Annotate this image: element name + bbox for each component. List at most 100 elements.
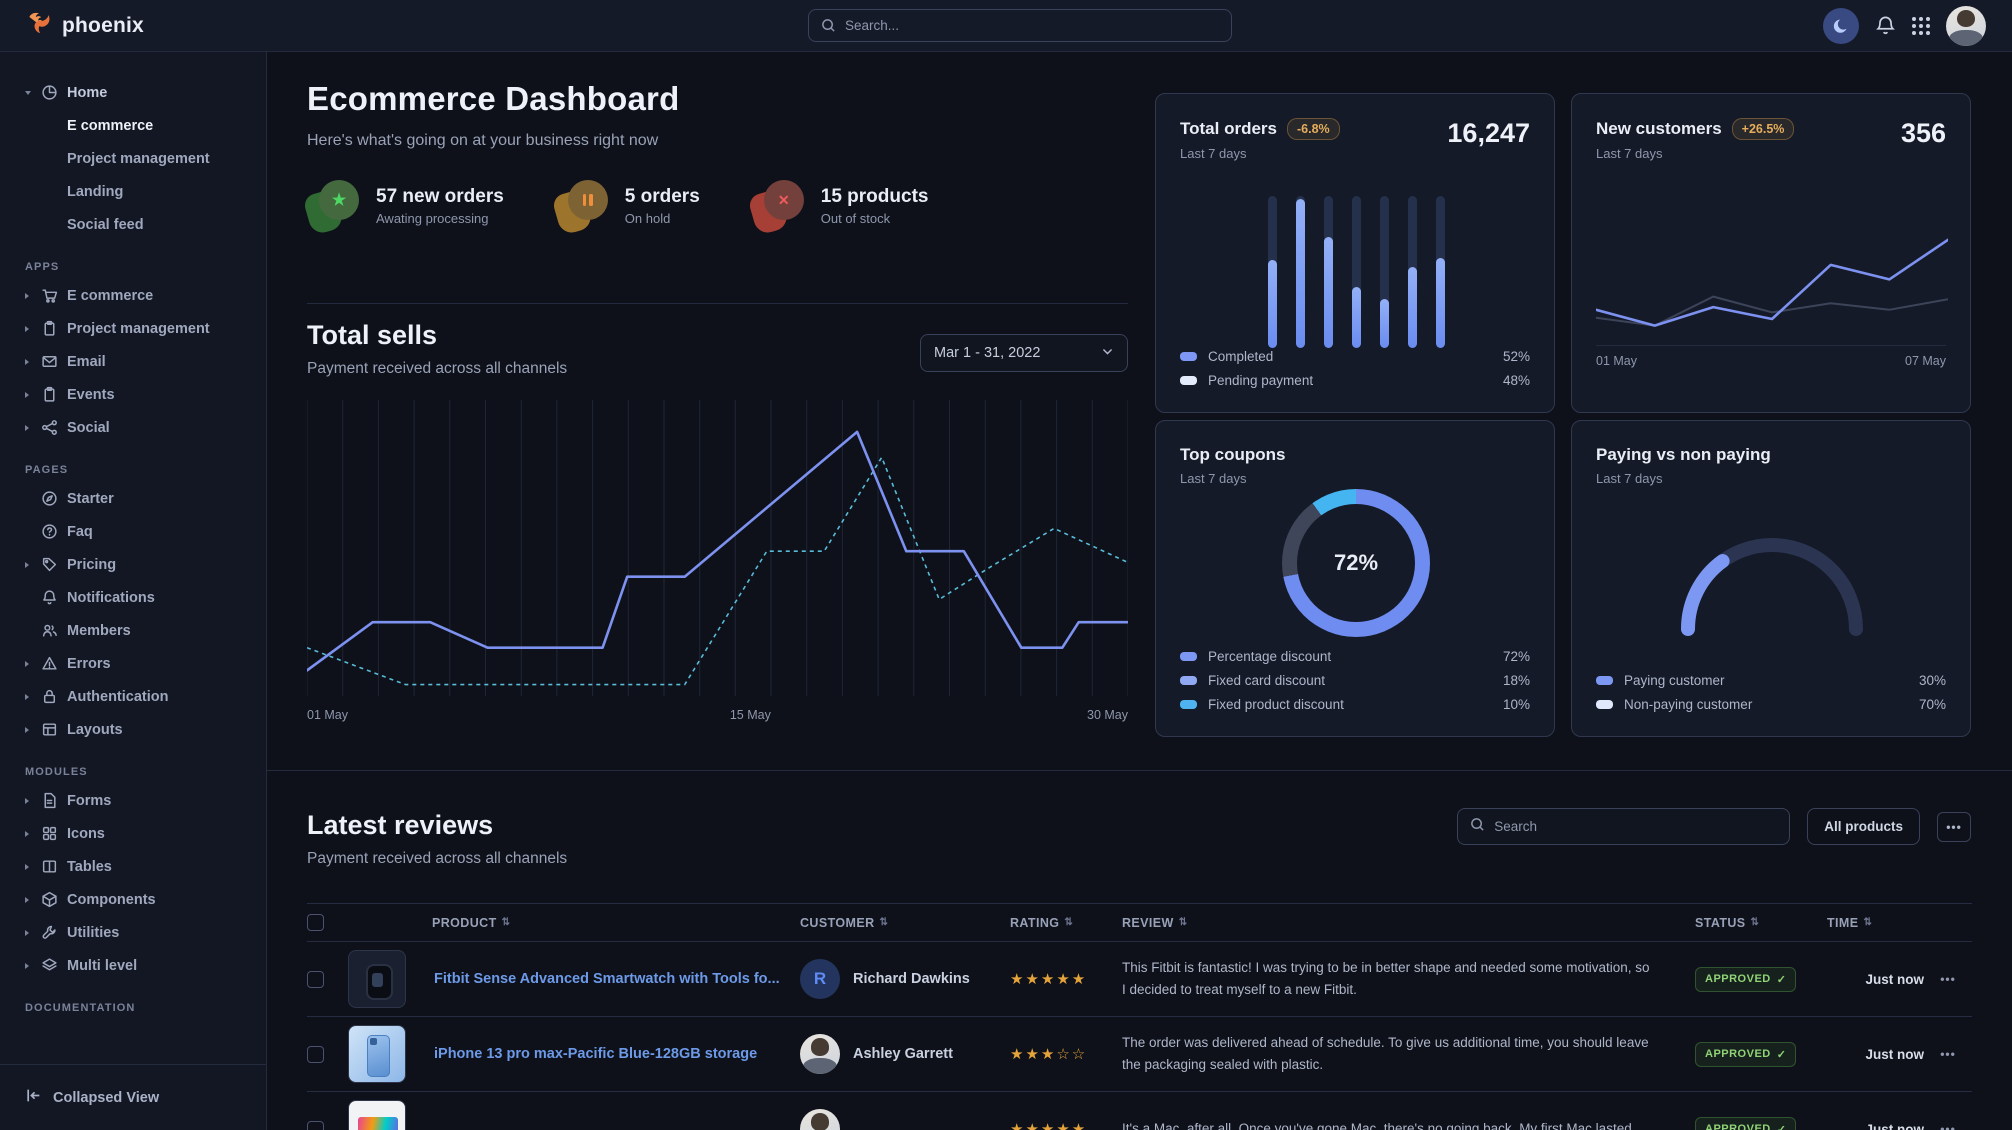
sidebar-item-layouts[interactable]: Layouts — [0, 713, 266, 746]
star-icon: ★ — [307, 180, 361, 232]
order-bar — [1268, 196, 1277, 348]
sidebar-subitem-landing[interactable]: Landing — [0, 175, 266, 208]
legend-swatch — [1180, 352, 1197, 361]
sidebar-item-events[interactable]: Events — [0, 378, 266, 411]
section-divider — [267, 770, 2012, 771]
sidebar-item-components[interactable]: Components — [0, 883, 266, 916]
legend-label: Fixed card discount — [1208, 673, 1325, 688]
row-checkbox[interactable] — [307, 971, 324, 988]
caret-right-icon — [25, 963, 38, 969]
navbar-search[interactable] — [808, 9, 1232, 42]
sidebar-item-icons[interactable]: Icons — [0, 817, 266, 850]
theme-toggle-moon-icon[interactable] — [1823, 8, 1859, 44]
sidebar-subitem-social-feed[interactable]: Social feed — [0, 208, 266, 241]
reviews-search-input[interactable] — [1494, 819, 1777, 834]
more-options-button[interactable]: ••• — [1937, 812, 1971, 842]
lock-icon — [41, 688, 58, 705]
top-navbar: phoenix — [0, 0, 2012, 52]
legend-row: Non-paying customer70% — [1596, 692, 1946, 716]
navbar-search-input[interactable] — [845, 18, 1219, 33]
column-header-rating[interactable]: RATING — [1002, 916, 1114, 930]
pie-icon — [41, 84, 58, 101]
column-header-product[interactable]: PRODUCT — [424, 916, 792, 930]
legend-swatch — [1596, 700, 1613, 709]
sidebar-subitem-project-management[interactable]: Project management — [0, 142, 266, 175]
product-link[interactable]: Fitbit Sense Advanced Smartwatch with To… — [424, 971, 792, 987]
avatar-photo[interactable] — [800, 1109, 840, 1130]
sidebar-item-errors[interactable]: Errors — [0, 647, 266, 680]
sidebar-item-pricing[interactable]: Pricing — [0, 548, 266, 581]
sidebar-item-tables[interactable]: Tables — [0, 850, 266, 883]
legend-label: Percentage discount — [1208, 649, 1331, 664]
bell-icon[interactable] — [1875, 15, 1896, 36]
reviews-search[interactable] — [1457, 808, 1790, 845]
apps-grid-icon[interactable] — [1912, 17, 1930, 35]
column-header-review[interactable]: REVIEW — [1114, 916, 1687, 930]
avatar-photo[interactable] — [800, 1034, 840, 1074]
sidebar-item-multi-level[interactable]: Multi level — [0, 949, 266, 982]
order-bar — [1408, 196, 1417, 348]
user-avatar[interactable] — [1946, 6, 1986, 46]
select-all-checkbox[interactable] — [307, 914, 324, 931]
box-icon — [41, 891, 58, 908]
navbar-actions — [1823, 6, 1986, 46]
sidebar-item-social[interactable]: Social — [0, 411, 266, 444]
collapsed-view-toggle[interactable]: Collapsed View — [0, 1064, 266, 1130]
date-range-select[interactable]: Mar 1 - 31, 2022 — [920, 334, 1128, 372]
legend-swatch — [1180, 676, 1197, 685]
review-text: This Fitbit is fantastic! I was trying t… — [1114, 957, 1687, 1002]
sidebar-item-project-management[interactable]: Project management — [0, 312, 266, 345]
sidebar-item-e-commerce[interactable]: E commerce — [0, 279, 266, 312]
order-bar — [1352, 196, 1361, 348]
sidebar-item-faq[interactable]: Faq — [0, 515, 266, 548]
sidebar-item-starter[interactable]: Starter — [0, 482, 266, 515]
sidebar-item-members[interactable]: Members — [0, 614, 266, 647]
sidebar-item-notifications[interactable]: Notifications — [0, 581, 266, 614]
order-bar — [1324, 196, 1333, 348]
avatar-initial[interactable]: R — [800, 959, 840, 999]
card-period: Last 7 days — [1596, 471, 1946, 486]
sidebar-item-home[interactable]: Home — [0, 76, 266, 109]
status-label: APPROVED — [1705, 1123, 1771, 1130]
sidebar-item-authentication[interactable]: Authentication — [0, 680, 266, 713]
product-link[interactable]: iPhone 13 pro max-Pacific Blue-128GB sto… — [424, 1046, 792, 1062]
sort-icon — [1751, 917, 1760, 928]
sidebar-subitem-e-commerce[interactable]: E commerce — [0, 109, 266, 142]
brand[interactable]: phoenix — [26, 10, 144, 42]
page-subtitle: Here's what's going on at your business … — [307, 132, 658, 150]
sidebar-item-label: Pricing — [67, 557, 116, 573]
brand-name: phoenix — [62, 14, 144, 38]
row-menu-button[interactable]: ••• — [1924, 1047, 1972, 1061]
row-checkbox[interactable] — [307, 1121, 324, 1130]
x-icon: ✕ — [752, 180, 806, 232]
x-axis-label: 30 May — [1087, 708, 1128, 722]
stat-sub: On hold — [625, 211, 700, 226]
sidebar-item-forms[interactable]: Forms — [0, 784, 266, 817]
row-checkbox[interactable] — [307, 1046, 324, 1063]
time-value: Just now — [1819, 1047, 1924, 1062]
table-body: Fitbit Sense Advanced Smartwatch with To… — [307, 941, 1972, 1130]
caret-right-icon — [25, 864, 38, 870]
status-cell: APPROVED✓ — [1687, 1042, 1819, 1067]
all-products-button[interactable]: All products — [1807, 808, 1920, 845]
tag-icon — [41, 556, 58, 573]
check-icon: ✓ — [1777, 973, 1787, 986]
row-menu-button[interactable]: ••• — [1924, 1122, 1972, 1130]
column-header-customer[interactable]: CUSTOMER — [792, 916, 1002, 930]
layers-icon — [41, 957, 58, 974]
rating-stars: ★★★☆☆ — [1002, 1045, 1114, 1063]
sidebar-item-utilities[interactable]: Utilities — [0, 916, 266, 949]
column-label: CUSTOMER — [800, 916, 875, 930]
sidebar-item-label: Multi level — [67, 958, 137, 974]
stat-sub: Awating processing — [376, 211, 504, 226]
column-header-time[interactable]: TIME — [1819, 916, 1924, 930]
sidebar-item-label: Notifications — [67, 590, 155, 606]
row-menu-button[interactable]: ••• — [1924, 972, 1972, 986]
sidebar-item-email[interactable]: Email — [0, 345, 266, 378]
sidebar-item-label: Events — [67, 387, 115, 403]
stat-danger: ✕15 productsOut of stock — [752, 180, 929, 232]
paying-legend: Paying customer30%Non-paying customer70% — [1596, 668, 1946, 716]
card-title: Paying vs non paying — [1596, 445, 1771, 465]
column-header-status[interactable]: STATUS — [1687, 916, 1819, 930]
latest-reviews-header: Latest reviews Payment received across a… — [307, 810, 567, 868]
